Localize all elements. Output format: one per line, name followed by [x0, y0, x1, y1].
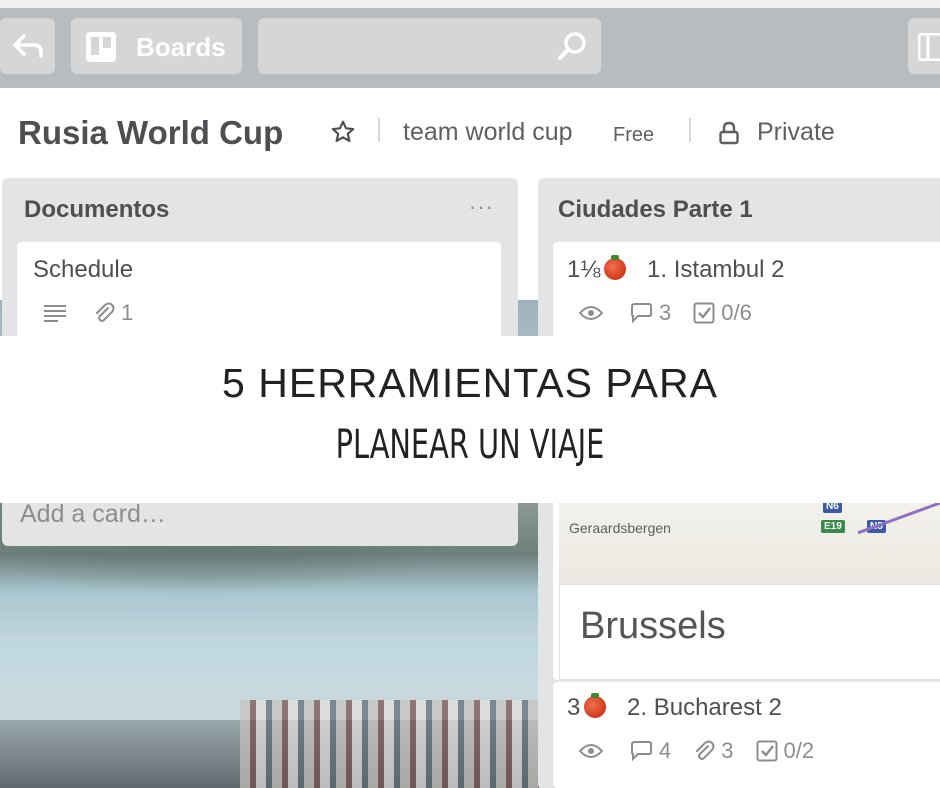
- search-icon: [558, 32, 586, 60]
- vote-count: 3: [567, 694, 581, 721]
- team-name[interactable]: team world cup: [403, 118, 573, 147]
- card-badges: 3 0/6: [579, 300, 752, 326]
- attachment-count: 1: [121, 300, 134, 325]
- checklist-progress: 0/6: [721, 300, 752, 325]
- title-banner: 5 HERRAMIENTAS PARA PLANEAR UN VIAJE: [0, 336, 940, 503]
- plan-badge: Free: [613, 124, 655, 146]
- list-title[interactable]: Documentos: [24, 196, 169, 224]
- comment-badge: 4: [629, 738, 671, 764]
- card-body: Brussels: [559, 584, 940, 680]
- vote-count: 1⅛: [567, 256, 601, 283]
- card-title: 1. Istambul 2: [647, 256, 785, 283]
- search-input[interactable]: [258, 18, 538, 74]
- list-menu-icon[interactable]: ···: [469, 194, 494, 220]
- top-nav-bar: Boards: [0, 0, 940, 88]
- attachment-badge: 1: [93, 300, 133, 326]
- comment-icon: [631, 741, 652, 762]
- back-arrow-icon: [13, 34, 43, 58]
- tomato-icon: [604, 255, 627, 280]
- comment-icon: [631, 303, 652, 324]
- paperclip-icon: [696, 740, 715, 760]
- map-place-label: Geraardsbergen: [569, 520, 671, 536]
- checklist-badge: 0/2: [756, 738, 815, 764]
- add-card-button[interactable]: Add a card…: [20, 500, 166, 529]
- tomato-icon: [584, 693, 607, 718]
- lock-icon: [719, 121, 739, 145]
- sidebar-icon: [918, 33, 940, 61]
- header-divider: [689, 118, 691, 142]
- boards-icon: [86, 32, 116, 62]
- map-road-tag: E19: [821, 520, 845, 533]
- eye-icon: [579, 306, 603, 320]
- description-icon: [44, 305, 66, 322]
- eye-icon: [579, 744, 603, 758]
- checklist-icon: [756, 740, 777, 762]
- card-title: Schedule: [33, 256, 134, 283]
- card-brussels[interactable]: Geraardsbergen N6 E19 N5 Brussels: [553, 490, 940, 680]
- card-title: 2. Bucharest 2: [627, 694, 782, 721]
- comment-badge: 3: [629, 300, 671, 326]
- checklist-progress: 0/2: [783, 738, 815, 763]
- map-cover-image: Geraardsbergen N6 E19 N5: [559, 490, 940, 584]
- card-title-row: 3 2. Bucharest 2: [567, 693, 782, 722]
- checklist-icon: [693, 302, 715, 324]
- header-divider: [378, 118, 380, 142]
- attachment-badge: 3: [693, 738, 734, 764]
- visibility-status[interactable]: Private: [757, 118, 835, 147]
- card-badges: 1: [43, 300, 133, 326]
- card-bucharest[interactable]: 3 2. Bucharest 2 4 3 0/2: [553, 682, 940, 788]
- board-header: Rusia World Cup team world cup Free Priv…: [0, 88, 940, 178]
- banner-subheadline: PLANEAR UN VIAJE: [335, 422, 605, 468]
- board-title[interactable]: Rusia World Cup: [18, 114, 283, 152]
- search-box[interactable]: [258, 18, 601, 74]
- back-button[interactable]: [0, 18, 55, 74]
- star-icon[interactable]: [330, 119, 356, 145]
- banner-headline: 5 HERRAMIENTAS PARA: [222, 360, 718, 406]
- checklist-badge: 0/6: [693, 300, 752, 326]
- list-title[interactable]: Ciudades Parte 1: [558, 196, 753, 224]
- background-town: [240, 700, 550, 788]
- comment-count: 3: [659, 300, 672, 325]
- card-title: Brussels: [580, 605, 726, 647]
- attachment-count: 3: [721, 738, 734, 763]
- card-title-row: 1⅛ 1. Istambul 2: [567, 255, 785, 284]
- comment-count: 4: [659, 738, 672, 763]
- card-badges: 4 3 0/2: [579, 738, 814, 764]
- boards-label: Boards: [136, 32, 226, 62]
- boards-sidebar-button[interactable]: [908, 18, 940, 74]
- boards-button[interactable]: Boards: [71, 18, 242, 74]
- paperclip-icon: [96, 302, 115, 322]
